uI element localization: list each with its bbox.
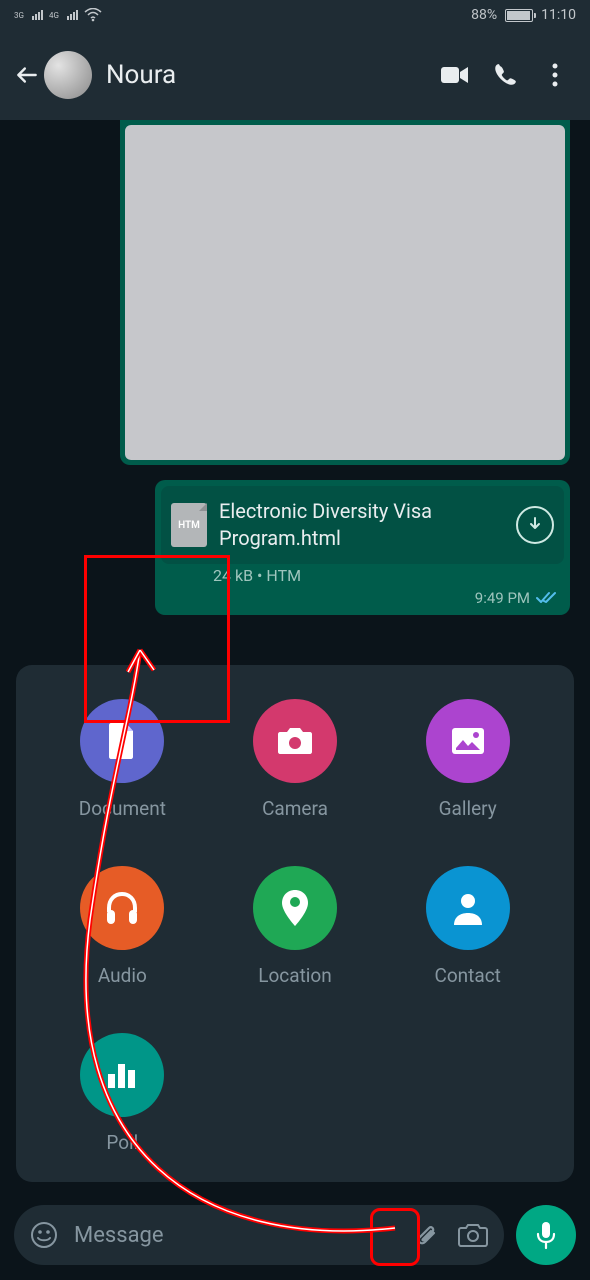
avatar[interactable] [44,51,92,99]
back-button[interactable] [14,62,44,88]
attach-location-label: Location [258,964,332,987]
gallery-icon [426,699,510,783]
attach-contact-label: Contact [434,964,500,987]
input-bar: Message [0,1190,590,1280]
file-message[interactable]: HTM Electronic Diversity Visa Program.ht… [155,480,570,615]
attach-button[interactable] [414,1221,442,1249]
attach-gallery-label: Gallery [439,797,497,820]
clock: 11:10 [541,7,576,23]
attach-location[interactable]: Location [209,866,382,987]
network-2-label: 4G [49,11,59,20]
wifi-icon [84,8,102,22]
attach-poll-label: Poll [106,1131,138,1154]
attach-document-label: Document [79,797,166,820]
attachment-panel: Document Camera Gallery Audio Location [16,665,574,1182]
signal-1-icon [32,10,43,20]
battery-icon [505,9,533,22]
attach-contact[interactable]: Contact [381,866,554,987]
attach-audio[interactable]: Audio [36,866,209,987]
poll-icon [80,1033,164,1117]
emoji-button[interactable] [30,1221,58,1249]
attach-gallery[interactable]: Gallery [381,699,554,820]
attach-audio-label: Audio [98,964,147,987]
attach-poll[interactable]: Poll [36,1033,209,1154]
more-options-button[interactable] [530,63,580,87]
chat-header: Noura [0,30,590,120]
headphones-icon [80,866,164,950]
chat-area: HTM Electronic Diversity Visa Program.ht… [0,120,590,1190]
file-name: Electronic Diversity Visa Program.html [219,498,504,552]
status-bar: 3G 4G 88% 11:10 [0,0,590,30]
location-pin-icon [253,866,337,950]
network-1-label: 3G [14,11,24,20]
camera-icon [253,699,337,783]
message-input[interactable]: Message [74,1223,398,1248]
message-time: 9:49 PM [475,589,530,607]
contact-name[interactable]: Noura [106,60,430,90]
voice-call-button[interactable] [480,62,530,88]
file-type-icon: HTM [171,503,207,547]
person-icon [426,866,510,950]
image-message[interactable] [120,120,570,465]
download-button[interactable] [516,506,554,544]
message-input-container: Message [14,1205,504,1265]
voice-record-button[interactable] [516,1205,576,1265]
attach-camera[interactable]: Camera [209,699,382,820]
image-placeholder [125,125,565,460]
camera-button[interactable] [458,1222,488,1248]
video-call-button[interactable] [430,64,480,86]
attach-camera-label: Camera [262,797,328,820]
battery-percent: 88% [471,7,497,23]
file-meta: 24 kB • HTM [155,566,570,585]
attach-document[interactable]: Document [36,699,209,820]
read-receipt-icon [536,591,558,605]
signal-2-icon [67,10,78,20]
document-icon [80,699,164,783]
